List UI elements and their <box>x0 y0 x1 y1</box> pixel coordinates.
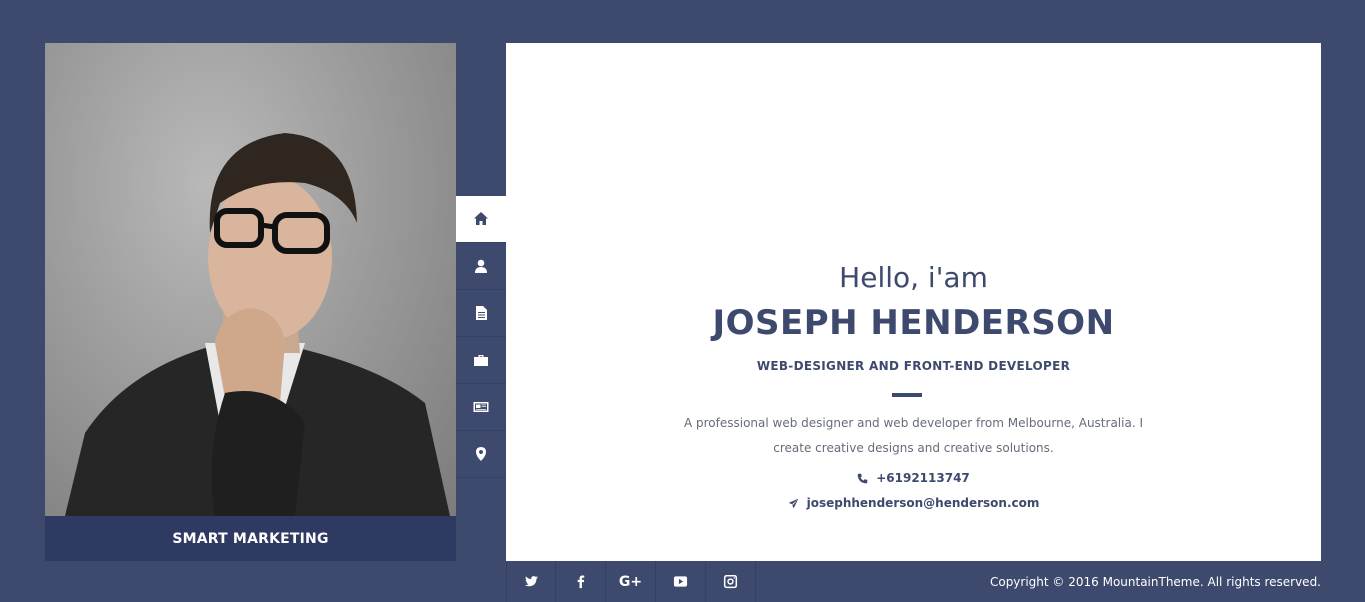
instagram-button[interactable] <box>706 561 756 602</box>
person-name: JOSEPH HENDERSON <box>712 303 1115 343</box>
phone-icon <box>857 473 868 483</box>
content-panel: Hello, i'am JOSEPH HENDERSON WEB-DESIGNE… <box>506 43 1321 561</box>
nav-blog[interactable] <box>456 384 506 431</box>
divider <box>892 393 922 397</box>
email-line: josephhenderson@henderson.com <box>506 496 1321 510</box>
profile-card: SMART MARKETING <box>45 43 456 561</box>
phone-number[interactable]: +6192113747 <box>876 471 970 485</box>
map-marker-icon <box>476 447 486 461</box>
email-address[interactable]: josephhenderson@henderson.com <box>807 496 1040 510</box>
bio: A professional web designer and web deve… <box>683 416 1143 455</box>
google-plus-icon: G+ <box>618 573 643 590</box>
nav-resume[interactable] <box>456 290 506 337</box>
twitter-button[interactable] <box>506 561 556 602</box>
home-icon <box>474 212 488 225</box>
job-title: WEB-DESIGNER AND FRONT-END DEVELOPER <box>756 359 1071 373</box>
greeting: Hello, i'am <box>839 261 988 294</box>
nav-home[interactable] <box>456 196 506 243</box>
copyright-text: Copyright © 2016 MountainTheme. All righ… <box>989 575 1321 589</box>
nav-contact[interactable] <box>456 431 506 478</box>
youtube-button[interactable] <box>656 561 706 602</box>
twitter-icon <box>524 576 538 587</box>
document-icon <box>476 306 487 320</box>
paper-plane-icon <box>788 498 798 508</box>
google-plus-button[interactable]: G+ <box>606 561 656 602</box>
facebook-button[interactable] <box>556 561 606 602</box>
phone-line: +6192113747 <box>506 471 1321 485</box>
profile-photo <box>45 43 456 516</box>
facebook-icon <box>577 575 585 589</box>
side-nav <box>456 196 506 478</box>
profile-caption: SMART MARKETING <box>45 516 456 561</box>
instagram-icon <box>723 574 738 589</box>
briefcase-icon <box>474 355 488 366</box>
newspaper-icon <box>473 402 489 412</box>
social-bar: G+ <box>506 561 756 602</box>
youtube-icon <box>673 576 688 587</box>
user-icon <box>475 259 487 273</box>
nav-portfolio[interactable] <box>456 337 506 384</box>
nav-about[interactable] <box>456 243 506 290</box>
